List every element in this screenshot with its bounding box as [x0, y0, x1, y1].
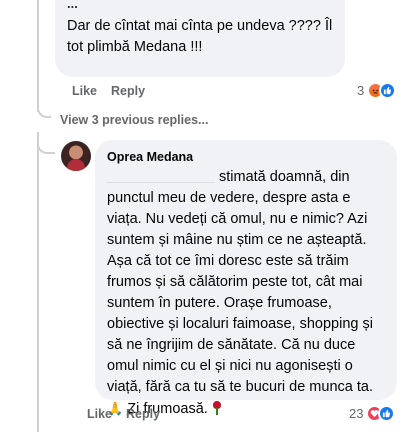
- reaction-summary[interactable]: 23: [349, 405, 396, 422]
- like-icon: [379, 82, 397, 99]
- thread-connector: [37, 138, 55, 154]
- like-button[interactable]: Like: [72, 84, 97, 98]
- comment-bubble: ... Dar de cîntat mai cînta pe undeva ??…: [55, 0, 345, 77]
- comment-text: stimată doamnă, din punctul meu de veder…: [107, 167, 385, 420]
- reply-button[interactable]: Reply: [126, 407, 160, 421]
- redacted-mention: [107, 172, 215, 183]
- reaction-count: 23: [349, 406, 364, 421]
- comment-author[interactable]: Oprea Medana: [107, 149, 385, 165]
- reaction-summary[interactable]: 3: [357, 82, 397, 99]
- comment-bubble: Oprea Medana stimată doamnă, din punctul…: [95, 140, 397, 417]
- avatar[interactable]: [61, 141, 91, 171]
- comment-text-main: stimată doamnă, din punctul meu de veder…: [107, 169, 373, 395]
- thread-connector: [37, 104, 51, 118]
- thread-line: [37, 132, 39, 432]
- thread-line: [37, 0, 39, 112]
- like-button[interactable]: Like: [87, 407, 112, 421]
- comment-author[interactable]: ...: [67, 0, 333, 12]
- rose-icon: [212, 401, 222, 415]
- reply-button[interactable]: Reply: [111, 84, 145, 98]
- reaction-count: 3: [357, 83, 365, 98]
- view-previous-replies-link[interactable]: View 3 previous replies...: [60, 113, 208, 127]
- comment-actions: Like Reply: [72, 84, 145, 98]
- comment-actions: Like Reply: [87, 407, 160, 421]
- like-icon: [378, 405, 396, 422]
- comment-text: Dar de cîntat mai cînta pe undeva ???? Î…: [67, 18, 333, 55]
